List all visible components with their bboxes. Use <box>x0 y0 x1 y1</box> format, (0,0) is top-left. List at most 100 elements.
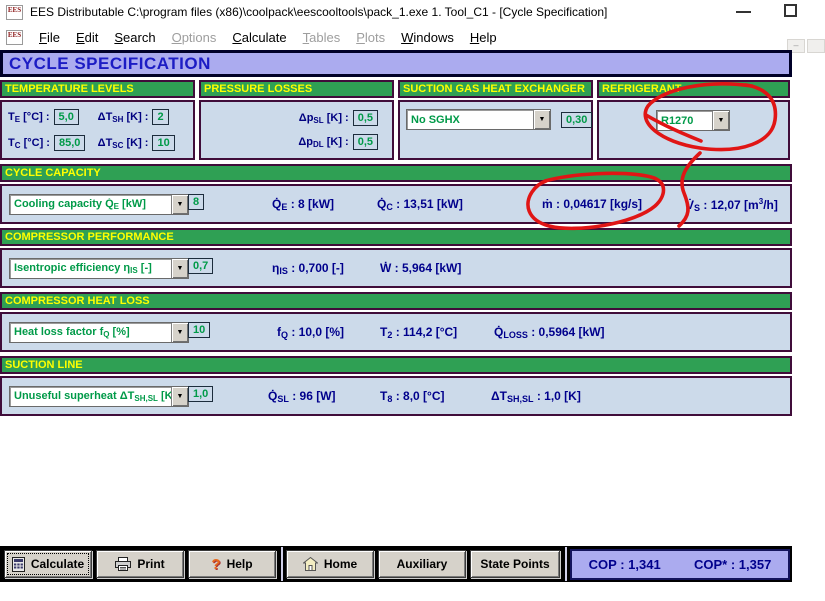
result-qloss: Q̇LOSS : 0,5964 [kW] <box>494 325 605 340</box>
result-dtshsl: ΔTSH,SL : 1,0 [K] <box>491 389 581 404</box>
printer-icon <box>115 557 131 571</box>
sghx-header: SUCTION GAS HEAT EXCHANGER <box>398 80 593 98</box>
menu-search[interactable]: Search <box>106 28 163 47</box>
chevron-down-icon[interactable]: ▼ <box>171 323 188 342</box>
heat-loss-factor-input[interactable]: 10 <box>188 322 210 338</box>
compressor-heat-loss-dropdown-value: Heat loss factor fQ [%] <box>10 326 171 339</box>
auxiliary-button[interactable]: Auxiliary <box>378 550 466 578</box>
ees-app-icon: EES <box>6 5 23 20</box>
dtsc-label: ΔTSC [K] : <box>98 137 149 150</box>
dtsh-label: ΔTSH [K] : <box>98 111 149 124</box>
app-window: EES EES Distributable C:\program files (… <box>0 0 825 601</box>
compressor-performance-header: COMPRESSOR PERFORMANCE <box>0 228 792 246</box>
menu-options: Options <box>164 28 225 47</box>
refrigerant-dropdown-value: R1270 <box>657 115 712 127</box>
cop-star-value: COP* : 1,357 <box>694 557 771 572</box>
suction-line-dropdown[interactable]: Unuseful superheat ΔTSH,SL [K] ▼ <box>9 386 189 407</box>
footer-toolbar: Calculate Print ? Help Home Auxili <box>0 546 792 582</box>
suction-gas-heat-exchanger-panel: SUCTION GAS HEAT EXCHANGER No SGHX ▼ 0,3… <box>398 80 593 160</box>
refrigerant-dropdown[interactable]: R1270 ▼ <box>656 110 730 131</box>
calculate-button[interactable]: Calculate <box>4 550 92 578</box>
menu-bar: EES File Edit Search Options Calculate T… <box>0 24 825 50</box>
temperature-levels-header: TEMPERATURE LEVELS <box>0 80 195 98</box>
ees-child-window-icon[interactable]: EES <box>6 30 23 45</box>
help-button[interactable]: ? Help <box>188 550 276 578</box>
compressor-performance-section: COMPRESSOR PERFORMANCE Isentropic effici… <box>0 228 792 288</box>
result-eta-is: ηIS : 0,700 [-] <box>272 261 344 276</box>
menu-windows[interactable]: Windows <box>393 28 462 47</box>
result-qe: Q̇E : 8 [kW] <box>272 197 334 212</box>
tc-input[interactable]: 85,0 <box>54 135 85 151</box>
suction-line-section: SUCTION LINE Unuseful superheat ΔTSH,SL … <box>0 356 792 416</box>
suction-line-header: SUCTION LINE <box>0 356 792 374</box>
result-qsl: Q̇SL : 96 [W] <box>268 389 336 404</box>
title-bar: EES EES Distributable C:\program files (… <box>0 0 825 24</box>
menu-plots: Plots <box>348 28 393 47</box>
tc-label: TC [°C] : <box>8 137 50 150</box>
temperature-levels-panel: TEMPERATURE LEVELS TE [°C] : 5,0 ΔTSH [K… <box>0 80 195 160</box>
menu-edit[interactable]: Edit <box>68 28 106 47</box>
result-w: Ẇ : 5,964 [kW] <box>380 261 461 275</box>
minimize-icon[interactable] <box>736 11 751 13</box>
dpsl-input[interactable]: 0,5 <box>353 110 378 126</box>
chevron-down-icon[interactable]: ▼ <box>171 195 188 214</box>
isentropic-efficiency-input[interactable]: 0,7 <box>188 258 213 274</box>
state-points-button[interactable]: State Points <box>470 550 560 578</box>
footer-divider <box>565 547 567 581</box>
result-t2: T2 : 114,2 [°C] <box>380 325 457 340</box>
result-qc: Q̇C : 13,51 [kW] <box>377 197 463 212</box>
compressor-performance-dropdown[interactable]: Isentropic efficiency ηIS [-] ▼ <box>9 258 189 279</box>
sghx-dropdown[interactable]: No SGHX ▼ <box>406 109 551 130</box>
pressure-losses-header: PRESSURE LOSSES <box>199 80 394 98</box>
compressor-heat-loss-header: COMPRESSOR HEAT LOSS <box>0 292 792 310</box>
cycle-capacity-dropdown-value: Cooling capacity Q̇E [kW] <box>10 198 171 211</box>
cycle-capacity-header: CYCLE CAPACITY <box>0 164 792 182</box>
chevron-down-icon[interactable]: ▼ <box>171 387 188 406</box>
chevron-down-icon[interactable]: ▼ <box>712 111 729 130</box>
mdi-restore-icon[interactable] <box>807 39 825 53</box>
menu-tables: Tables <box>295 28 349 47</box>
calculate-label: Calculate <box>31 557 84 571</box>
dpdl-input[interactable]: 0,5 <box>353 134 378 150</box>
cycle-capacity-input[interactable]: 8 <box>188 194 204 210</box>
cycle-capacity-dropdown[interactable]: Cooling capacity Q̇E [kW] ▼ <box>9 194 189 215</box>
chevron-down-icon[interactable]: ▼ <box>171 259 188 278</box>
compressor-heat-loss-section: COMPRESSOR HEAT LOSS Heat loss factor fQ… <box>0 292 792 352</box>
compressor-heat-loss-dropdown[interactable]: Heat loss factor fQ [%] ▼ <box>9 322 189 343</box>
menu-help[interactable]: Help <box>462 28 505 47</box>
suction-line-dropdown-value: Unuseful superheat ΔTSH,SL [K] <box>10 390 171 403</box>
calculator-icon <box>12 557 25 572</box>
result-t8: T8 : 8,0 [°C] <box>380 389 445 404</box>
window-title: EES Distributable C:\program files (x86)… <box>30 5 607 19</box>
cycle-specification-form: CYCLE SPECIFICATION TEMPERATURE LEVELS T… <box>0 50 792 416</box>
maximize-icon[interactable] <box>784 4 797 17</box>
auxiliary-label: Auxiliary <box>397 557 448 571</box>
cop-panel: COP : 1,341 COP* : 1,357 <box>570 549 790 580</box>
pressure-losses-panel: PRESSURE LOSSES ΔpSL [K] : 0,5 ΔpDL [K] … <box>199 80 394 160</box>
cop-value: COP : 1,341 <box>589 557 661 572</box>
refrigerant-header: REFRIGERANT <box>597 80 790 98</box>
house-icon <box>303 557 318 571</box>
home-button[interactable]: Home <box>286 550 374 578</box>
result-mass-flow: ṁ : 0,04617 [kg/s] <box>542 197 642 211</box>
dpdl-label: ΔpDL [K] : <box>298 136 348 149</box>
menu-file[interactable]: File <box>31 28 68 47</box>
print-button[interactable]: Print <box>96 550 184 578</box>
help-label: Help <box>227 557 253 571</box>
home-label: Home <box>324 557 357 571</box>
dtsh-input[interactable]: 2 <box>152 109 168 125</box>
dpsl-label: ΔpSL [K] : <box>299 112 349 125</box>
unuseful-superheat-input[interactable]: 1,0 <box>188 386 213 402</box>
state-points-label: State Points <box>480 557 549 571</box>
result-vs: V̇S : 12,07 [m3/h] <box>686 197 778 213</box>
chevron-down-icon[interactable]: ▼ <box>533 110 550 129</box>
print-label: Print <box>137 557 164 571</box>
menu-calculate[interactable]: Calculate <box>224 28 294 47</box>
page-title: CYCLE SPECIFICATION <box>0 50 792 77</box>
compressor-performance-dropdown-value: Isentropic efficiency ηIS [-] <box>10 262 171 275</box>
dtsc-input[interactable]: 10 <box>152 135 174 151</box>
question-icon: ? <box>211 556 220 573</box>
result-fq: fQ : 10,0 [%] <box>277 325 344 340</box>
sghx-value-box[interactable]: 0,30 <box>561 112 592 128</box>
te-input[interactable]: 5,0 <box>54 109 79 125</box>
